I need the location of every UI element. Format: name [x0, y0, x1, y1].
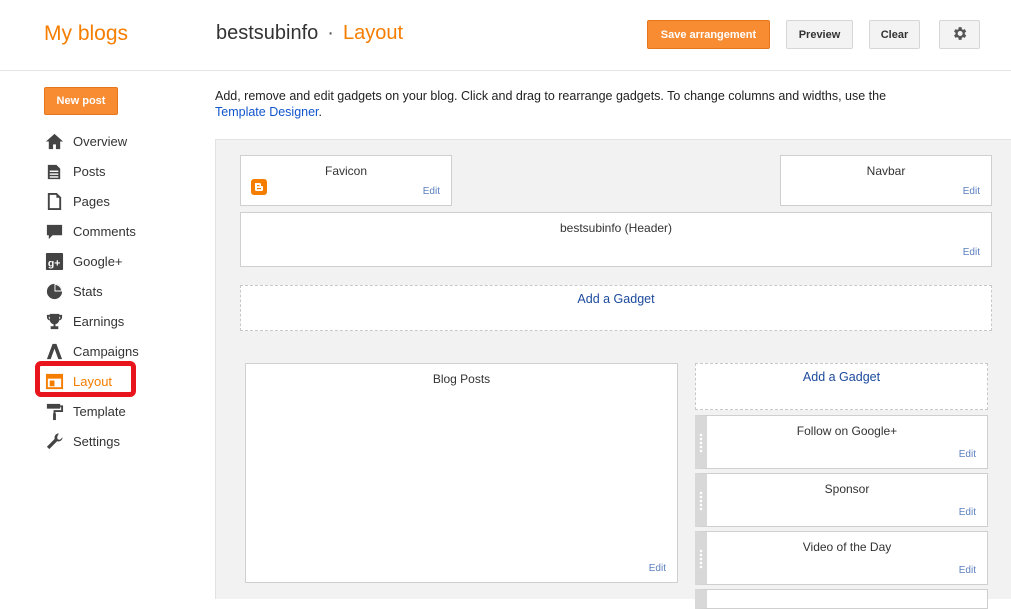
edit-link[interactable]: Edit — [959, 565, 976, 576]
gear-icon — [951, 25, 968, 45]
drag-handle[interactable] — [699, 433, 703, 453]
sidebar-item-label: Google+ — [73, 253, 123, 269]
add-gadget-link[interactable]: Add a Gadget — [696, 370, 987, 384]
pie-chart-icon — [44, 281, 64, 301]
sidebar-item-pages[interactable]: Pages — [44, 186, 204, 216]
gadget-sponsor[interactable]: Sponsor Edit — [695, 473, 988, 527]
gadget-follow-google-plus[interactable]: Follow on Google+ Edit — [695, 415, 988, 469]
sidebar-item-label: Posts — [73, 163, 106, 179]
sidebar-item-overview[interactable]: Overview — [44, 126, 204, 156]
settings-button[interactable] — [939, 20, 980, 49]
description-text: Add, remove and edit gadgets on your blo… — [215, 89, 887, 103]
gadget-title: Blog Posts — [432, 372, 491, 386]
sidebar-item-google-plus[interactable]: g+ Google+ — [44, 246, 204, 276]
my-blogs-link[interactable]: My blogs — [44, 22, 128, 46]
svg-text:g+: g+ — [47, 258, 59, 269]
template-designer-link[interactable]: Template Designer — [215, 105, 319, 119]
layout-description: Add, remove and edit gadgets on your blo… — [215, 88, 1005, 120]
gadget-title: Sponsor — [824, 482, 870, 496]
sidebar-item-label: Stats — [73, 283, 103, 299]
description-suffix: . — [318, 105, 323, 119]
sidebar-item-stats[interactable]: Stats — [44, 276, 204, 306]
sidebar-item-label: Settings — [73, 433, 120, 449]
sidebar-item-label: Pages — [73, 193, 110, 209]
posts-icon — [44, 161, 64, 181]
sidebar-item-label: Campaigns — [73, 343, 139, 359]
new-post-button[interactable]: New post — [44, 87, 118, 115]
edit-link[interactable]: Edit — [959, 507, 976, 518]
edit-link[interactable]: Edit — [649, 563, 666, 574]
home-icon — [44, 131, 64, 151]
gadget-next-partial[interactable] — [695, 589, 988, 609]
google-plus-icon: g+ — [44, 251, 64, 271]
comment-icon — [44, 221, 64, 241]
trophy-icon — [44, 311, 64, 331]
sidebar-nav: Overview Posts Pages Comments g+ Google+… — [44, 126, 204, 456]
campaigns-icon — [44, 341, 64, 361]
gadget-video-of-the-day[interactable]: Video of the Day Edit — [695, 531, 988, 585]
edit-link[interactable]: Edit — [959, 449, 976, 460]
gadget-title: Navbar — [866, 164, 906, 178]
gadget-favicon[interactable]: Favicon Edit — [240, 155, 452, 206]
sidebar-item-template[interactable]: Template — [44, 396, 204, 426]
drag-handle[interactable] — [699, 549, 703, 569]
edit-link[interactable]: Edit — [423, 186, 440, 197]
breadcrumb-separator: · — [327, 22, 334, 44]
add-gadget-sidebar-area[interactable]: Add a Gadget — [695, 363, 988, 410]
sidebar-item-earnings[interactable]: Earnings — [44, 306, 204, 336]
edit-link[interactable]: Edit — [963, 186, 980, 197]
save-arrangement-button[interactable]: Save arrangement — [647, 20, 770, 49]
page-title: Layout — [342, 22, 404, 44]
sidebar-item-label: Earnings — [73, 313, 125, 329]
sidebar-item-label: Template — [73, 403, 126, 419]
sidebar-item-posts[interactable]: Posts — [44, 156, 204, 186]
paint-roller-icon — [44, 401, 64, 421]
layout-highlight-annotation — [35, 361, 136, 397]
breadcrumb: bestsubinfo · Layout — [216, 22, 403, 45]
add-gadget-link[interactable]: Add a Gadget — [241, 292, 991, 306]
gadget-navbar[interactable]: Navbar Edit — [780, 155, 992, 206]
gadget-title: Video of the Day — [802, 540, 892, 554]
wrench-icon — [44, 431, 64, 451]
gadget-header[interactable]: bestsubinfo (Header) Edit — [240, 212, 992, 267]
edit-link[interactable]: Edit — [963, 247, 980, 258]
blogger-icon — [251, 179, 267, 195]
sidebar-item-label: Comments — [73, 223, 136, 239]
gadget-title: Follow on Google+ — [796, 424, 898, 438]
layout-canvas: Favicon Edit Navbar Edit bestsubinfo (He… — [215, 139, 1011, 609]
gadget-title: Favicon — [324, 164, 368, 178]
sidebar-item-label: Overview — [73, 133, 128, 149]
preview-button[interactable]: Preview — [786, 20, 853, 49]
top-bar: My blogs bestsubinfo · Layout Save arrange… — [0, 0, 1011, 71]
gadget-blog-posts[interactable]: Blog Posts Edit — [245, 363, 678, 583]
add-gadget-header-area[interactable]: Add a Gadget — [240, 285, 992, 331]
clear-button[interactable]: Clear — [869, 20, 920, 49]
gadget-title: bestsubinfo (Header) — [559, 221, 673, 235]
drag-handle[interactable] — [699, 491, 703, 511]
sidebar-item-settings[interactable]: Settings — [44, 426, 204, 456]
sidebar-item-comments[interactable]: Comments — [44, 216, 204, 246]
blog-name[interactable]: bestsubinfo — [216, 22, 318, 44]
pages-icon — [44, 191, 64, 211]
